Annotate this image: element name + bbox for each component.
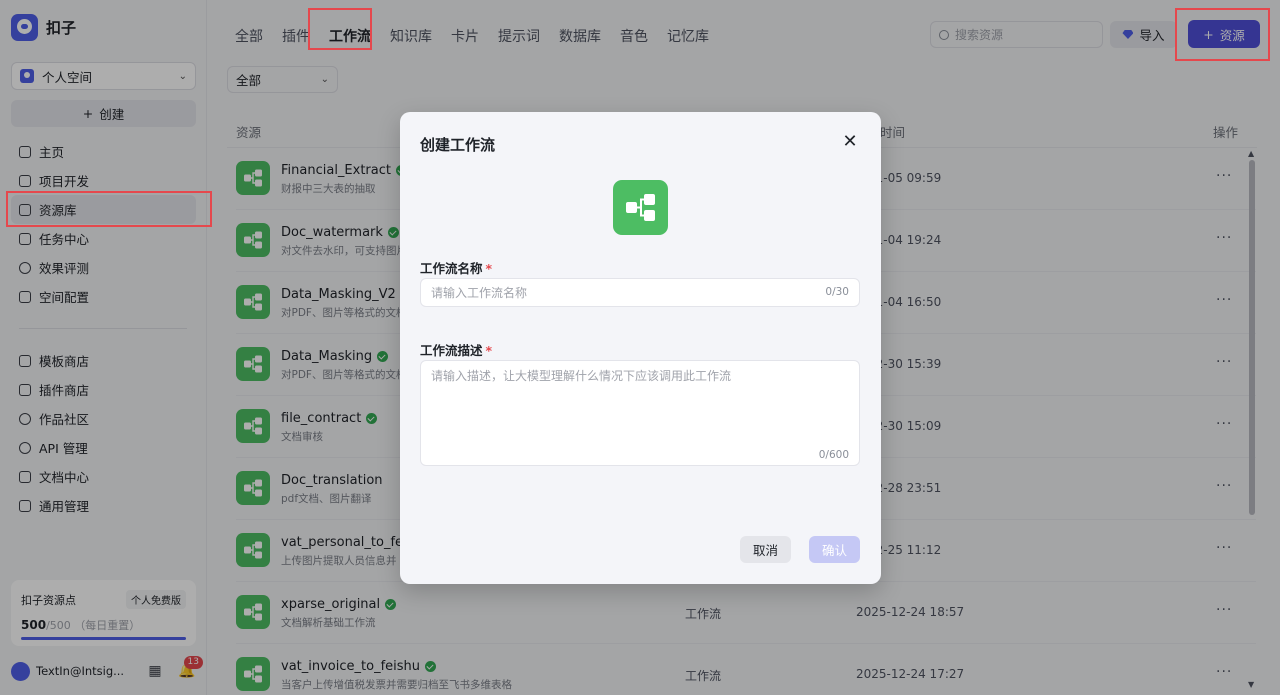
confirm-button[interactable]: 确认 bbox=[809, 536, 860, 563]
required-mark: * bbox=[485, 343, 493, 358]
name-field-label: 工作流名称 * bbox=[420, 258, 492, 277]
dialog-title: 创建工作流 bbox=[420, 136, 496, 154]
desc-field-label: 工作流描述 * bbox=[420, 340, 492, 359]
desc-label-text: 工作流描述 bbox=[420, 343, 483, 358]
description-field[interactable]: 0/600 bbox=[420, 360, 860, 466]
cancel-button[interactable]: 取消 bbox=[740, 536, 791, 563]
highlight-box-add-resource bbox=[1175, 8, 1270, 61]
required-mark: * bbox=[485, 261, 493, 276]
create-workflow-dialog: 创建工作流 ✕ 工作流名称* 0/30 工作流描述* 0/600 取消 确认 bbox=[400, 112, 881, 584]
name-label-text: 工作流名称 bbox=[420, 261, 483, 276]
highlight-box-library bbox=[6, 191, 212, 227]
desc-char-counter: 0/600 bbox=[818, 449, 849, 461]
workflow-name-input[interactable] bbox=[431, 279, 801, 306]
workflow-icon bbox=[613, 180, 668, 235]
close-icon[interactable]: ✕ bbox=[842, 133, 858, 151]
workflow-description-input[interactable] bbox=[431, 367, 849, 447]
highlight-box-workflow-tab bbox=[308, 8, 372, 50]
name-char-counter: 0/30 bbox=[825, 286, 849, 298]
name-field[interactable]: 0/30 bbox=[420, 278, 860, 307]
